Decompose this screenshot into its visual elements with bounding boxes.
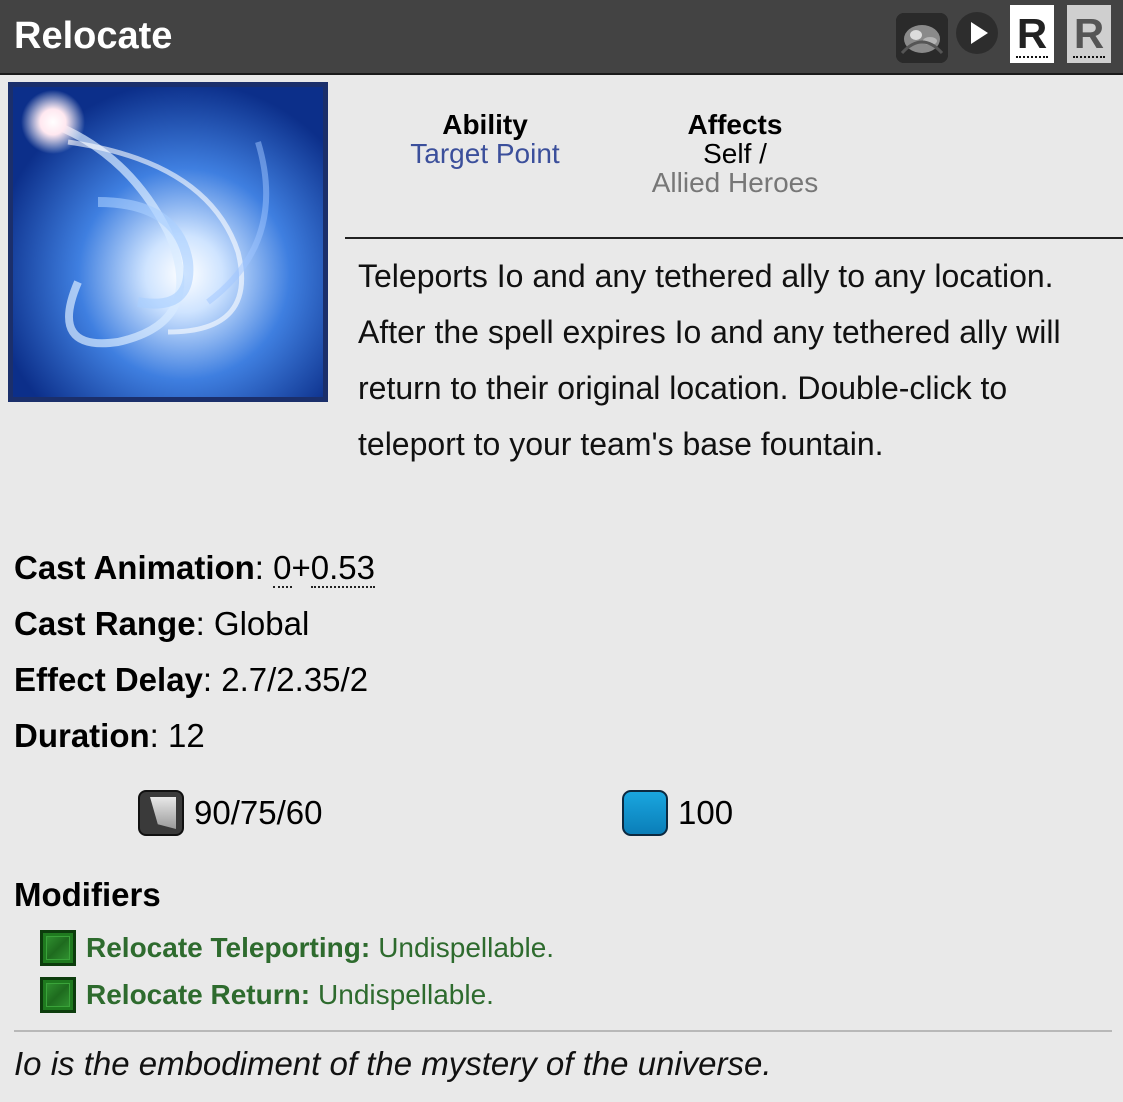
ability-lore: Io is the embodiment of the mystery of t… xyxy=(14,1045,772,1082)
cast-point-value[interactable]: 0 xyxy=(273,549,292,588)
cooldown-block: 90/75/60 xyxy=(138,788,322,838)
ability-stats: Cast Animation: 0+0.53 Cast Range: Globa… xyxy=(14,540,376,764)
affects-block: Affects Self / Allied Heroes xyxy=(625,110,845,197)
modifier-name: Relocate Return: xyxy=(86,979,311,1010)
relocate-spell-icon xyxy=(7,81,329,403)
legacy-hotkey-label: R xyxy=(1073,10,1105,57)
hotkey-badge: R xyxy=(1010,5,1054,63)
affects-value-allied: Allied Heroes xyxy=(651,167,819,198)
play-icon[interactable] xyxy=(956,12,998,54)
modifier-value: Undispellable. xyxy=(318,979,494,1010)
lore-divider xyxy=(14,1030,1112,1032)
modifier-item: Relocate Return: Undispellable. xyxy=(40,975,494,1015)
cast-range-label: Cast Range xyxy=(14,605,196,642)
modifier-icon xyxy=(40,977,76,1013)
mana-block: 100 xyxy=(622,788,733,838)
cast-animation-plus: + xyxy=(291,549,311,586)
divider xyxy=(345,237,1123,239)
ability-title: Relocate xyxy=(14,15,173,57)
hotkey-label: R xyxy=(1016,10,1048,57)
affects-label: Affects xyxy=(687,109,783,140)
modifier-item: Relocate Teleporting: Undispellable. xyxy=(40,928,554,968)
ability-type-label: Ability xyxy=(442,109,528,140)
duration-label: Duration xyxy=(14,717,150,754)
cooldown-value: 90/75/60 xyxy=(194,794,323,831)
mana-icon xyxy=(622,790,668,836)
duration-row: Duration: 12 xyxy=(14,717,205,754)
cast-animation-label: Cast Animation xyxy=(14,549,255,586)
legacy-hotkey-badge: R xyxy=(1067,5,1111,63)
modifier-icon xyxy=(40,930,76,966)
effect-delay-label: Effect Delay xyxy=(14,661,203,698)
modifier-name: Relocate Teleporting: xyxy=(86,932,371,963)
ability-description: Teleports Io and any tethered ally to an… xyxy=(358,258,1061,462)
cast-backswing-value[interactable]: 0.53 xyxy=(310,549,376,588)
ability-header: Relocate R R xyxy=(0,0,1123,75)
cooldown-icon xyxy=(138,790,184,836)
cast-range-row: Cast Range: Global xyxy=(14,605,310,642)
ability-type-link[interactable]: Target Point xyxy=(385,139,585,168)
cast-animation-row: Cast Animation: 0+0.53 xyxy=(14,549,376,588)
duration-value: 12 xyxy=(168,717,205,754)
effect-delay-value: 2.7/2.35/2 xyxy=(221,661,369,698)
io-hero-portrait-icon[interactable] xyxy=(896,13,948,63)
ability-type-block: Ability Target Point xyxy=(385,110,585,168)
modifier-value: Undispellable. xyxy=(378,932,555,963)
modifiers-heading: Modifiers xyxy=(14,876,161,913)
mana-value: 100 xyxy=(678,794,734,831)
cast-range-value: Global xyxy=(213,605,310,642)
affects-value-self: Self / xyxy=(703,138,767,169)
effect-delay-row: Effect Delay: 2.7/2.35/2 xyxy=(14,661,369,698)
